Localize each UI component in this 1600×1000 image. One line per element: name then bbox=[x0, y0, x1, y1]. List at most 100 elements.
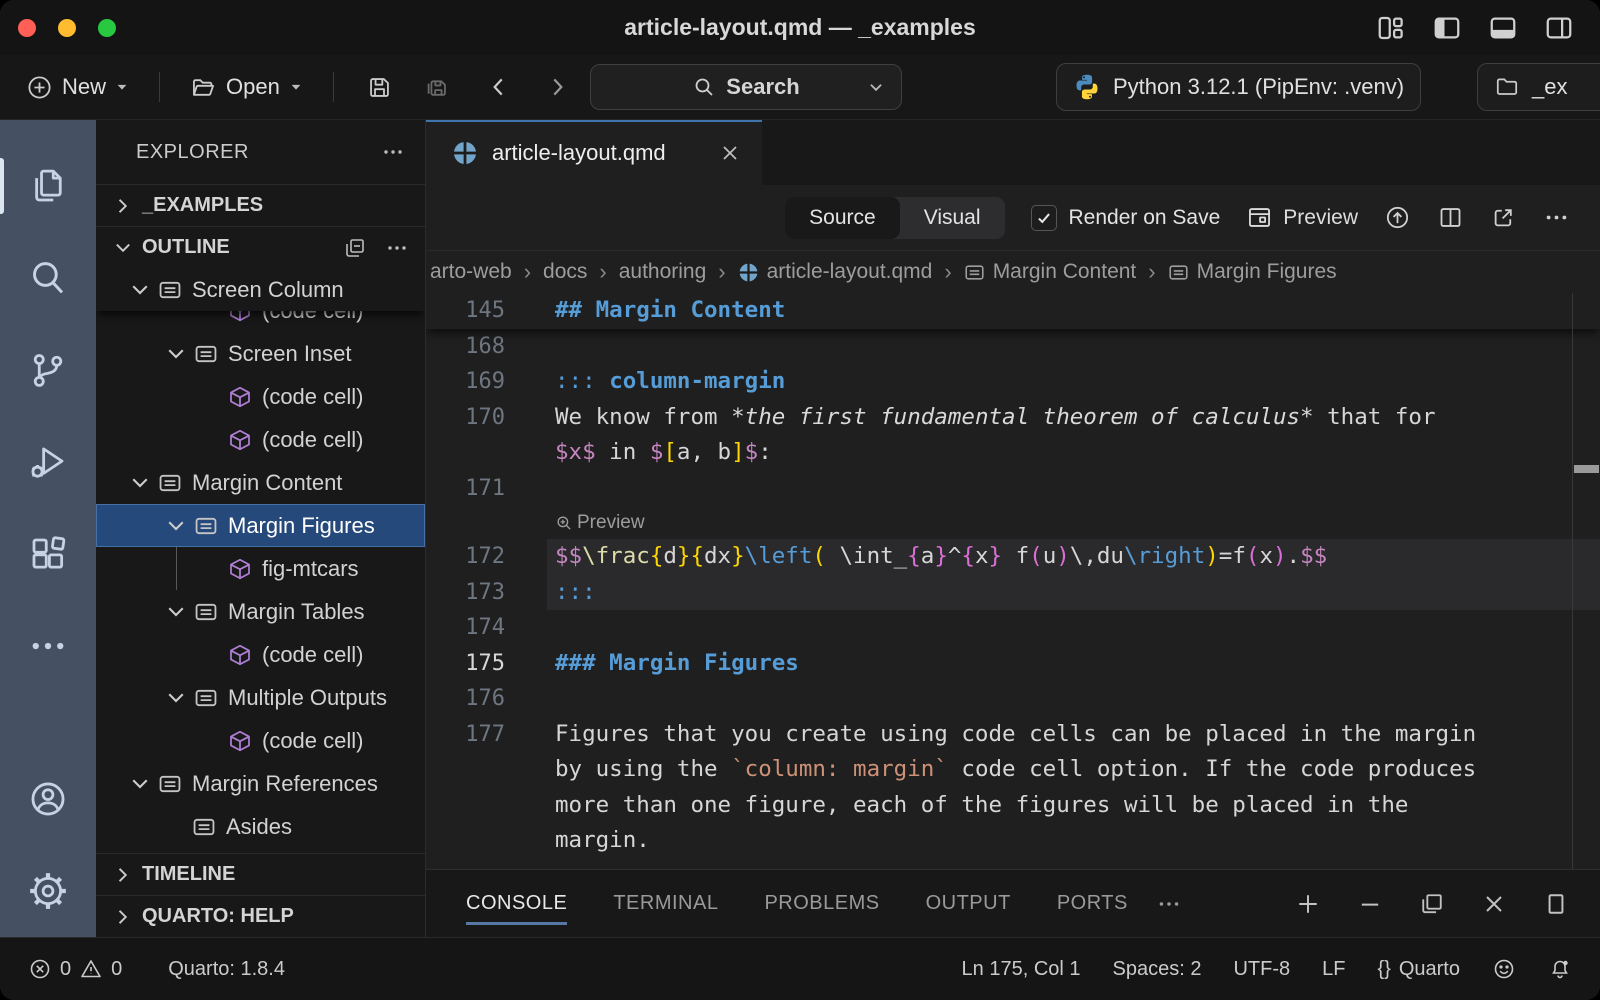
panel-tab-terminal[interactable]: TERMINAL bbox=[613, 870, 718, 937]
chevron-down-icon[interactable] bbox=[867, 78, 885, 96]
more-actions-icon[interactable] bbox=[381, 140, 405, 164]
close-tab-icon[interactable] bbox=[718, 141, 742, 165]
open-in-new-window-icon[interactable] bbox=[1490, 204, 1517, 231]
outline-item[interactable]: Screen Inset bbox=[96, 332, 425, 375]
split-editor-icon[interactable] bbox=[1437, 204, 1464, 231]
search-activity-icon[interactable] bbox=[0, 232, 96, 324]
outline-item[interactable]: (code cell) bbox=[96, 375, 425, 418]
outline-item[interactable]: Asides bbox=[96, 805, 425, 848]
chevron-down-icon[interactable] bbox=[128, 772, 152, 796]
account-icon[interactable] bbox=[0, 753, 96, 845]
outline-item[interactable]: Margin Content bbox=[96, 461, 425, 504]
chevron-down-icon[interactable] bbox=[164, 600, 188, 624]
outline-item[interactable]: Margin Figures bbox=[96, 504, 425, 547]
outline-item[interactable]: Margin References bbox=[96, 762, 425, 805]
maximize-panel-icon[interactable] bbox=[1542, 890, 1570, 918]
collapse-all-icon[interactable] bbox=[343, 236, 367, 260]
eol-status[interactable]: LF bbox=[1322, 958, 1345, 981]
render-on-save-checkbox[interactable] bbox=[1031, 205, 1057, 231]
sidebar-section-outline[interactable]: OUTLINE bbox=[96, 226, 425, 268]
code-editor[interactable]: 145## Margin Content168169::: column-mar… bbox=[426, 293, 1600, 869]
toggle-panel-icon[interactable] bbox=[1488, 13, 1518, 43]
new-console-icon[interactable] bbox=[1294, 890, 1322, 918]
more-activity-icon[interactable] bbox=[0, 600, 96, 692]
code-line[interactable]: 176 bbox=[426, 681, 1600, 717]
outline-item[interactable]: (code cell) bbox=[96, 311, 425, 332]
minimize-panel-icon[interactable] bbox=[1356, 890, 1384, 918]
tab-article-layout[interactable]: article-layout.qmd bbox=[426, 120, 762, 185]
code-line[interactable]: 174 bbox=[426, 610, 1600, 646]
extensions-activity-icon[interactable] bbox=[0, 508, 96, 600]
outline-item[interactable]: Margin Tables bbox=[96, 590, 425, 633]
code-line[interactable]: 168 bbox=[426, 329, 1600, 365]
panel-tab-ports[interactable]: PORTS bbox=[1057, 870, 1128, 937]
outline-item[interactable]: Multiple Outputs bbox=[96, 676, 425, 719]
preview-codelens[interactable]: Preview bbox=[555, 505, 645, 541]
code-line[interactable]: 145## Margin Content bbox=[426, 293, 1600, 329]
toggle-primary-sidebar-icon[interactable] bbox=[1432, 13, 1462, 43]
breadcrumb-item[interactable]: article-layout.qmd bbox=[738, 260, 933, 284]
code-line[interactable]: $x$ in $[a, b]$: bbox=[426, 435, 1600, 471]
workspace-button[interactable]: _ex bbox=[1477, 63, 1600, 111]
source-mode-button[interactable]: Source bbox=[785, 197, 900, 239]
breadcrumb-item[interactable]: authoring bbox=[619, 260, 707, 284]
chevron-down-icon[interactable] bbox=[128, 471, 152, 495]
code-line[interactable]: 171 bbox=[426, 471, 1600, 507]
outline-item[interactable]: (code cell) bbox=[96, 418, 425, 461]
sidebar-section-timeline[interactable]: TIMELINE bbox=[96, 853, 425, 895]
breadcrumb-item[interactable]: Margin Figures bbox=[1168, 260, 1337, 284]
chevron-down-icon[interactable] bbox=[164, 686, 188, 710]
navigate-back-icon[interactable] bbox=[486, 74, 512, 100]
visual-mode-button[interactable]: Visual bbox=[900, 197, 1005, 239]
feedback-status[interactable] bbox=[1492, 957, 1516, 981]
close-window-button[interactable] bbox=[18, 19, 36, 37]
restore-panel-icon[interactable] bbox=[1418, 890, 1446, 918]
toggle-secondary-sidebar-icon[interactable] bbox=[1544, 13, 1574, 43]
customize-layout-icon[interactable] bbox=[1376, 13, 1406, 43]
code-line[interactable]: more than one figure, each of the figure… bbox=[426, 788, 1600, 824]
sidebar-section-examples[interactable]: _EXAMPLES bbox=[96, 184, 425, 226]
source-control-activity-icon[interactable] bbox=[0, 324, 96, 416]
cursor-position-status[interactable]: Ln 175, Col 1 bbox=[962, 958, 1081, 981]
outline-item[interactable]: (code cell) bbox=[96, 719, 425, 762]
preview-button[interactable]: Preview bbox=[1246, 204, 1358, 231]
more-panel-tabs-icon[interactable] bbox=[1156, 891, 1182, 917]
chevron-down-icon[interactable] bbox=[164, 342, 188, 366]
search-input[interactable]: Search bbox=[590, 64, 902, 110]
more-actions-icon[interactable] bbox=[1543, 204, 1570, 231]
language-mode-status[interactable]: {}Quarto bbox=[1377, 958, 1460, 981]
chevron-down-icon[interactable] bbox=[128, 278, 152, 302]
outline-item[interactable]: fig-mtcars bbox=[96, 547, 425, 590]
save-icon[interactable] bbox=[366, 74, 393, 101]
code-line[interactable]: 172$$\frac{d}{dx}\left( \int_{a}^{x} f(u… bbox=[426, 539, 1600, 575]
breadcrumb-item[interactable]: docs bbox=[543, 260, 587, 284]
new-button[interactable]: New bbox=[18, 68, 137, 107]
editor-scrollbar[interactable] bbox=[1572, 293, 1600, 869]
render-document-icon[interactable] bbox=[1384, 204, 1411, 231]
code-line[interactable]: by using the `column: margin` code cell … bbox=[426, 752, 1600, 788]
code-line[interactable]: 177Figures that you create using code ce… bbox=[426, 717, 1600, 753]
panel-tab-console[interactable]: CONSOLE bbox=[466, 870, 567, 937]
code-line[interactable]: 175### Margin Figures bbox=[426, 646, 1600, 682]
quarto-version-status[interactable]: Quarto: 1.8.4 bbox=[168, 958, 285, 981]
chevron-down-icon[interactable] bbox=[164, 514, 188, 538]
interpreter-selector[interactable]: Python 3.12.1 (PipEnv: .venv) bbox=[1056, 63, 1421, 111]
breadcrumb-item[interactable]: arto-web bbox=[430, 260, 512, 284]
run-debug-activity-icon[interactable] bbox=[0, 416, 96, 508]
maximize-window-button[interactable] bbox=[98, 19, 116, 37]
save-all-icon[interactable] bbox=[423, 74, 450, 101]
outline-item[interactable]: Screen Column bbox=[96, 268, 425, 311]
problems-status[interactable]: 0 0 bbox=[28, 957, 122, 981]
notifications-status[interactable] bbox=[1548, 957, 1572, 981]
more-actions-icon[interactable] bbox=[385, 236, 409, 260]
code-line[interactable]: 170We know from *the first fundamental t… bbox=[426, 400, 1600, 436]
indentation-status[interactable]: Spaces: 2 bbox=[1113, 958, 1202, 981]
minimize-window-button[interactable] bbox=[58, 19, 76, 37]
outline-item[interactable]: (code cell) bbox=[96, 633, 425, 676]
breadcrumb-item[interactable]: Margin Content bbox=[964, 260, 1137, 284]
navigate-forward-icon[interactable] bbox=[544, 74, 570, 100]
explorer-activity-icon[interactable] bbox=[0, 140, 96, 232]
settings-gear-icon[interactable] bbox=[0, 845, 96, 937]
panel-tab-output[interactable]: OUTPUT bbox=[926, 870, 1011, 937]
code-line[interactable]: 173::: bbox=[426, 575, 1600, 611]
